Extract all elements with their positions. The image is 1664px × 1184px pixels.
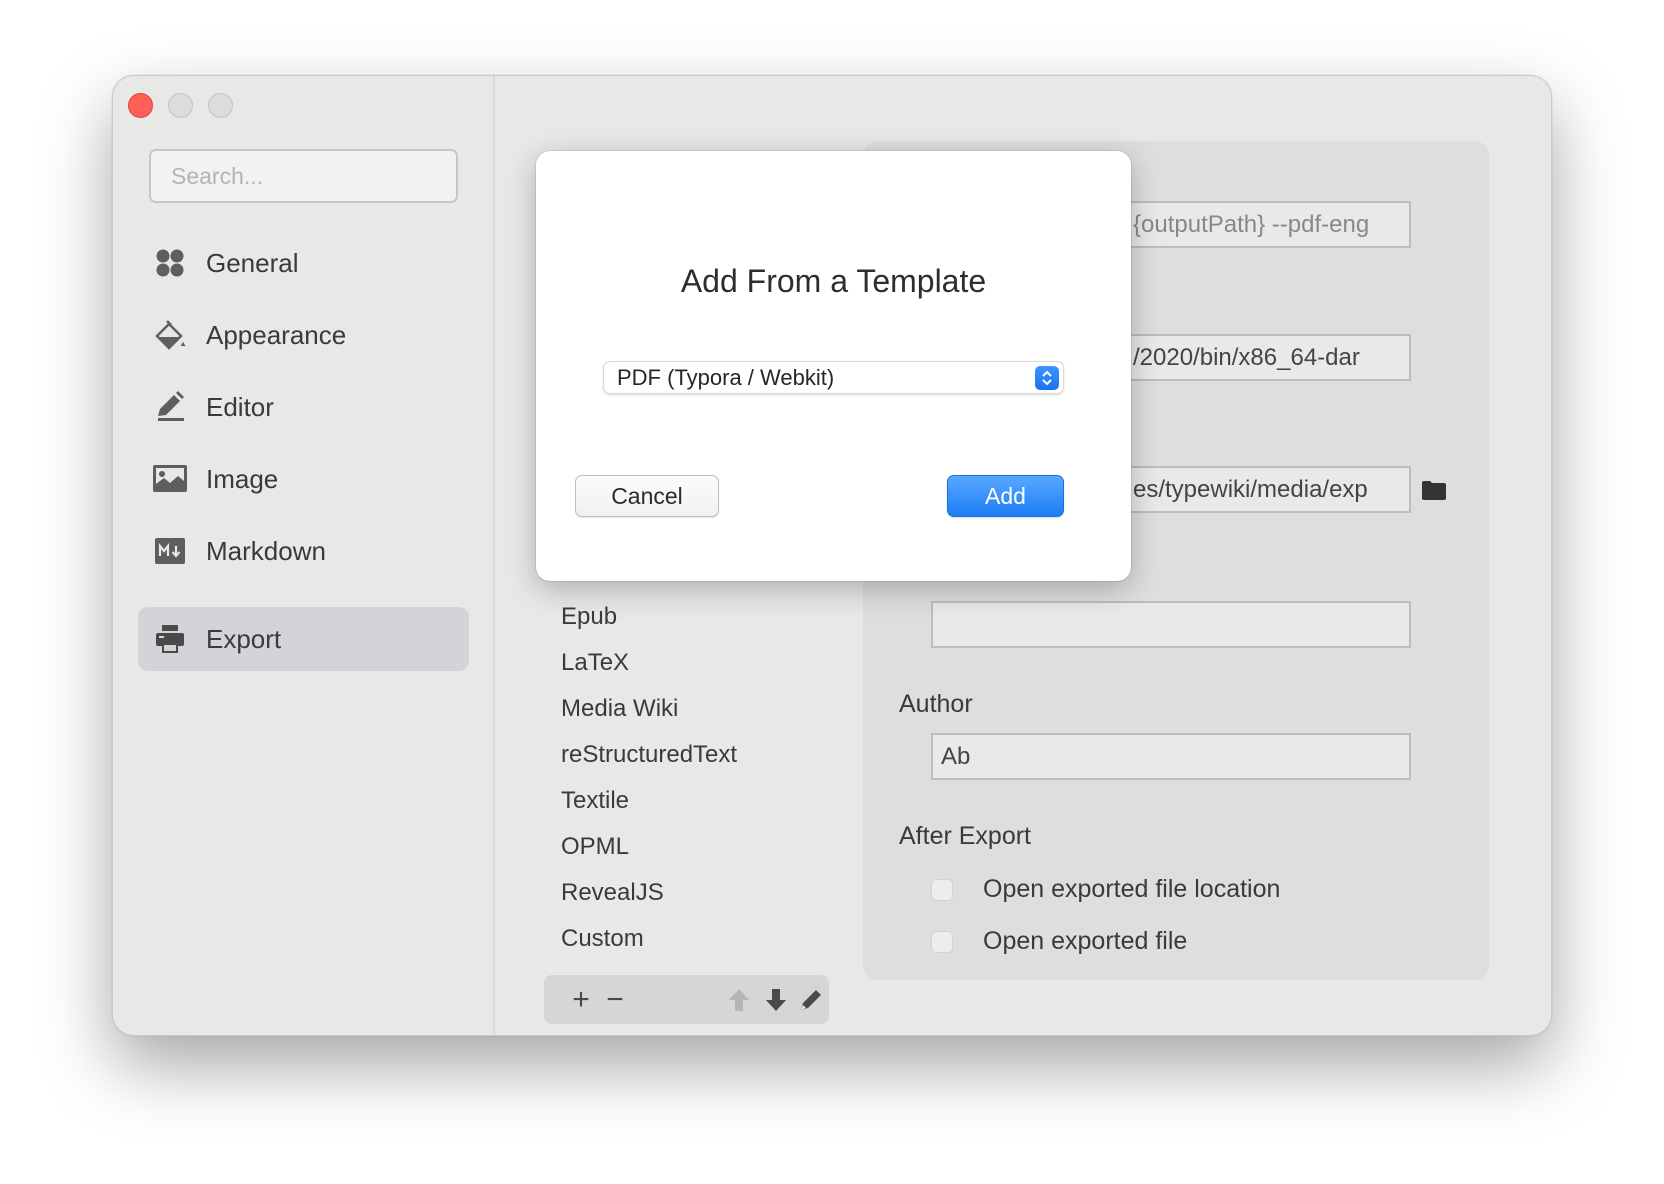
sidebar-item-general[interactable]: General <box>138 231 469 295</box>
list-item[interactable]: Epub <box>561 603 617 631</box>
title-input[interactable] <box>931 601 1411 648</box>
author-label: Author <box>899 690 973 718</box>
chevron-up-down-icon <box>1035 366 1059 390</box>
sidebar: General Appearance Editor Image Markdown <box>113 76 493 1035</box>
paint-bucket-icon <box>150 315 190 355</box>
list-item[interactable]: OPML <box>561 833 629 861</box>
sidebar-item-editor[interactable]: Editor <box>138 375 469 439</box>
pencil-icon <box>801 989 821 1010</box>
list-item[interactable]: LaTeX <box>561 649 629 677</box>
add-button[interactable]: Add <box>947 475 1064 517</box>
cancel-button[interactable]: Cancel <box>575 475 719 517</box>
grid-dots-icon <box>150 243 190 283</box>
sidebar-item-export[interactable]: Export <box>138 607 469 671</box>
list-item[interactable]: Media Wiki <box>561 695 678 723</box>
selected-template: PDF (Typora / Webkit) <box>617 365 835 390</box>
edit-format-button[interactable] <box>796 975 826 1024</box>
open-file-checkbox[interactable] <box>931 930 953 953</box>
sidebar-item-label: General <box>206 247 299 278</box>
sidebar-item-label: Appearance <box>206 319 347 350</box>
path-input[interactable]: /2020/bin/x86_64-dar <box>1123 334 1411 381</box>
list-item[interactable]: RevealJS <box>561 879 664 907</box>
checkbox-label: Open exported file location <box>983 875 1281 903</box>
after-export-label: After Export <box>899 822 1031 850</box>
printer-icon <box>150 619 190 659</box>
arrow-up-icon <box>729 988 749 1011</box>
arrow-down-icon <box>766 988 786 1011</box>
sidebar-item-label: Editor <box>206 391 274 422</box>
open-location-checkbox[interactable] <box>931 878 953 901</box>
sidebar-item-markdown[interactable]: Markdown <box>138 519 469 583</box>
format-list-toolbar: + − <box>544 975 829 1024</box>
sidebar-divider <box>493 76 495 1035</box>
remove-format-button[interactable]: − <box>600 975 630 1024</box>
move-down-button[interactable] <box>761 975 791 1024</box>
search-input[interactable] <box>149 149 458 203</box>
move-up-button[interactable] <box>724 975 754 1024</box>
sidebar-item-image[interactable]: Image <box>138 447 469 511</box>
folder-icon[interactable] <box>1421 479 1447 501</box>
checkbox-label: Open exported file <box>983 927 1188 955</box>
sidebar-item-label: Export <box>206 623 282 654</box>
command-input[interactable]: {outputPath} --pdf-eng <box>1123 201 1411 248</box>
dialog-title: Add From a Template <box>680 263 987 299</box>
open-file-option[interactable]: Open exported file <box>931 927 1187 956</box>
pencil-icon <box>150 387 190 427</box>
open-location-option[interactable]: Open exported file location <box>931 875 1280 904</box>
list-item[interactable]: Custom <box>561 925 644 953</box>
sidebar-item-label: Image <box>206 463 279 494</box>
list-item[interactable]: reStructuredText <box>561 741 737 769</box>
template-select[interactable]: PDF (Typora / Webkit) <box>603 361 1064 394</box>
sidebar-item-label: Markdown <box>206 535 326 566</box>
markdown-icon <box>150 531 190 571</box>
add-template-dialog: Add From a Template PDF (Typora / Webkit… <box>536 151 1131 581</box>
image-icon <box>150 459 190 499</box>
sidebar-item-appearance[interactable]: Appearance <box>138 303 469 367</box>
author-input[interactable]: Ab <box>931 733 1411 780</box>
list-item[interactable]: Textile <box>561 787 629 815</box>
export-path-input[interactable]: es/typewiki/media/exp <box>1123 466 1411 513</box>
add-format-button[interactable]: + <box>566 975 596 1024</box>
preferences-window: General Appearance Editor Image Markdown <box>112 75 1552 1036</box>
